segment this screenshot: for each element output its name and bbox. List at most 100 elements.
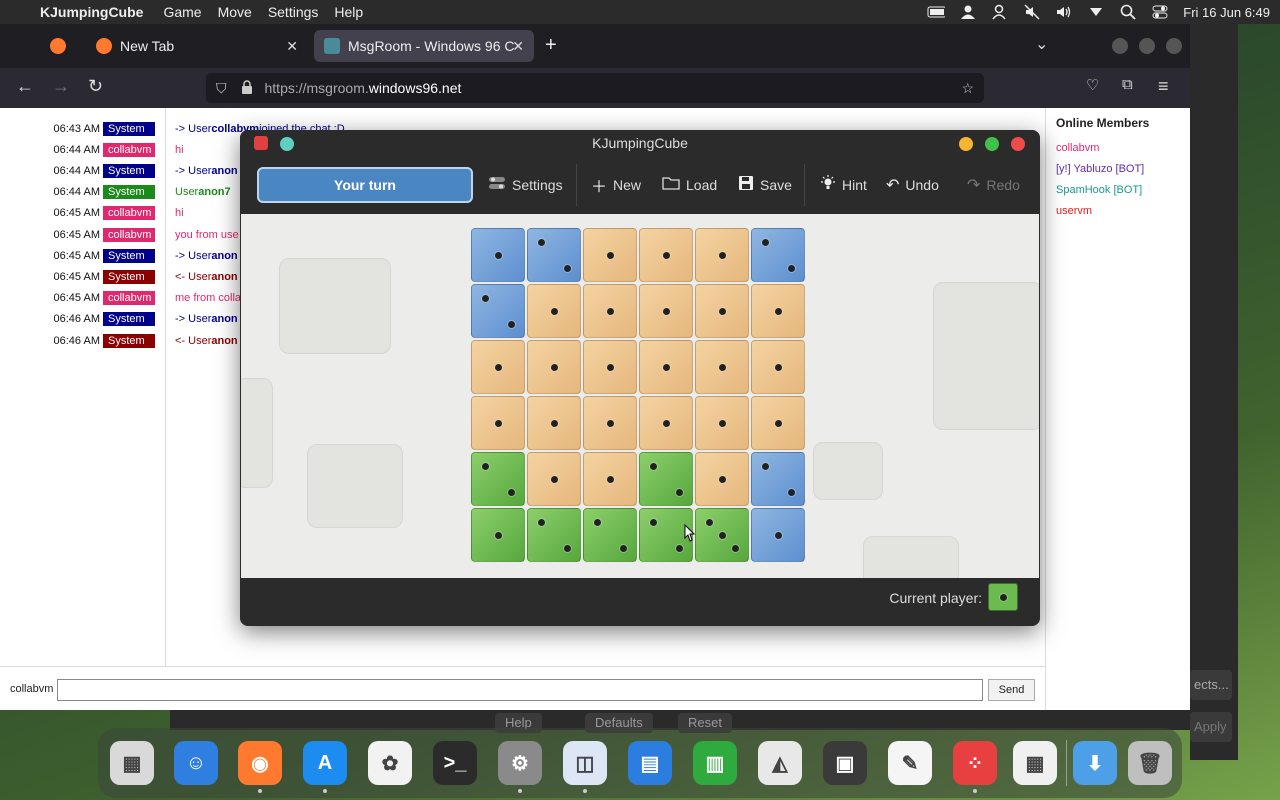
cube-cell-r6-c6[interactable] xyxy=(751,508,805,562)
cube-cell-r3-c4[interactable] xyxy=(639,340,693,394)
pin-icon[interactable] xyxy=(280,137,294,151)
cube-cell-r3-c3[interactable] xyxy=(583,340,637,394)
menu-move[interactable]: Move xyxy=(218,4,252,20)
cube-cell-r2-c2[interactable] xyxy=(527,284,581,338)
textedit-icon[interactable]: ✎ xyxy=(888,741,932,785)
back-icon[interactable]: ← xyxy=(16,76,34,97)
cube-cell-r5-c1[interactable] xyxy=(471,452,525,506)
numbers-icon[interactable]: ▥ xyxy=(693,741,737,785)
user-badge[interactable]: System xyxy=(103,185,155,200)
user-badge[interactable]: System xyxy=(103,312,155,327)
cube-cell-r1-c4[interactable] xyxy=(639,228,693,282)
tab-msgroom[interactable]: MsgRoom - Windows 96 C ✕ xyxy=(314,30,534,62)
recorder-icon[interactable]: ▣ xyxy=(823,741,867,785)
cube-cell-r6-c5[interactable] xyxy=(695,508,749,562)
your-turn-button[interactable]: Your turn xyxy=(257,167,473,203)
save-button[interactable]: Save xyxy=(738,174,792,196)
cube-cell-r2-c3[interactable] xyxy=(583,284,637,338)
battery-icon[interactable] xyxy=(927,4,946,20)
cube-cell-r6-c2[interactable] xyxy=(527,508,581,562)
search-icon[interactable] xyxy=(1119,4,1137,20)
tab-new-tab[interactable]: New Tab ✕ xyxy=(86,30,308,62)
chat-username[interactable]: anon7 xyxy=(198,186,230,198)
cube-cell-r5-c6[interactable] xyxy=(751,452,805,506)
window-close-dot[interactable] xyxy=(1112,38,1128,54)
cube-cell-r1-c1[interactable] xyxy=(471,228,525,282)
chat-username[interactable]: anon xyxy=(211,250,237,262)
close-tab-icon[interactable]: ✕ xyxy=(286,38,298,55)
cube-cell-r2-c4[interactable] xyxy=(639,284,693,338)
window-minimize-dot[interactable] xyxy=(1139,38,1155,54)
user-badge[interactable]: System xyxy=(103,333,155,348)
cube-cell-r5-c4[interactable] xyxy=(639,452,693,506)
tab-firefox-view[interactable] xyxy=(40,30,84,62)
downloads-icon[interactable]: ⬇ xyxy=(1073,741,1117,785)
menu-game[interactable]: Game xyxy=(163,4,201,20)
cube-cell-r5-c5[interactable] xyxy=(695,452,749,506)
chat-username[interactable]: anon xyxy=(211,313,237,325)
cube-cell-r4-c5[interactable] xyxy=(695,396,749,450)
new-game-button[interactable]: ＋ New xyxy=(591,174,641,196)
background-effects-button[interactable]: ects... xyxy=(1190,670,1232,700)
close-icon[interactable] xyxy=(1011,137,1025,151)
cube-cell-r2-c1[interactable] xyxy=(471,284,525,338)
chat-username[interactable]: anon xyxy=(211,165,237,177)
cube-cell-r3-c5[interactable] xyxy=(695,340,749,394)
send-button[interactable]: Send xyxy=(988,679,1035,701)
user-badge[interactable]: collabvm xyxy=(103,206,155,221)
calculator-icon[interactable]: ▦ xyxy=(1013,741,1057,785)
keynote-icon[interactable]: ◭ xyxy=(758,741,802,785)
cube-cell-r1-c5[interactable] xyxy=(695,228,749,282)
online-member[interactable]: collabvm xyxy=(1056,142,1180,163)
user-badge[interactable]: System xyxy=(103,163,155,178)
kjumpingcube-icon[interactable]: ⁘ xyxy=(953,741,997,785)
trash-icon[interactable]: 🗑 xyxy=(1128,741,1172,785)
list-tabs-icon[interactable]: ⌄ xyxy=(1035,34,1048,54)
forward-icon[interactable]: → xyxy=(52,76,70,97)
user-badge[interactable]: System xyxy=(103,269,155,284)
cube-cell-r1-c3[interactable] xyxy=(583,228,637,282)
wifi-dropdown-icon[interactable] xyxy=(1087,4,1105,20)
volume-icon[interactable] xyxy=(1055,4,1073,20)
chat-username[interactable]: anon xyxy=(211,271,237,283)
cube-cell-r4-c3[interactable] xyxy=(583,396,637,450)
pocket-icon[interactable]: ♡ xyxy=(1086,76,1099,94)
app-store-icon[interactable]: A xyxy=(303,741,347,785)
cube-cell-r3-c1[interactable] xyxy=(471,340,525,394)
bookmark-star-icon[interactable]: ☆ xyxy=(961,80,974,97)
url-bar[interactable]: ⛉ https://msgroom. windows96.net ☆ xyxy=(206,73,984,103)
hamburger-menu-icon[interactable]: ≡ xyxy=(1158,76,1169,97)
cube-cell-r2-c6[interactable] xyxy=(751,284,805,338)
cube-cell-r2-c5[interactable] xyxy=(695,284,749,338)
shield-icon[interactable]: ⛉ xyxy=(216,80,227,97)
user-badge[interactable]: System xyxy=(103,121,155,136)
online-member[interactable]: SpamHook [BOT] xyxy=(1056,184,1180,205)
user-badge[interactable]: collabvm xyxy=(103,142,155,157)
extensions-icon[interactable]: ⧉ xyxy=(1122,76,1133,93)
photos-icon[interactable]: ✿ xyxy=(368,741,412,785)
new-tab-icon[interactable]: + xyxy=(545,34,557,57)
control-center-icon[interactable] xyxy=(1151,4,1169,20)
cube-cell-r6-c3[interactable] xyxy=(583,508,637,562)
user-icon[interactable] xyxy=(959,4,977,20)
cube-cell-r6-c1[interactable] xyxy=(471,508,525,562)
message-input[interactable] xyxy=(57,679,983,701)
undo-button[interactable]: ↶ Undo xyxy=(886,174,939,196)
cube-cell-r4-c1[interactable] xyxy=(471,396,525,450)
background-apply-button[interactable]: Apply xyxy=(1190,712,1232,742)
cube-cell-r4-c2[interactable] xyxy=(527,396,581,450)
pages-icon[interactable]: ▤ xyxy=(628,741,672,785)
close-tab-icon[interactable]: ✕ xyxy=(512,38,524,55)
terminal-icon[interactable]: >_ xyxy=(433,741,477,785)
cube-cell-r1-c2[interactable] xyxy=(527,228,581,282)
cube-cell-r3-c6[interactable] xyxy=(751,340,805,394)
system-settings-icon[interactable]: ⚙ xyxy=(498,741,542,785)
load-button[interactable]: Load xyxy=(662,174,717,196)
hint-button[interactable]: Hint xyxy=(820,174,867,196)
finder-icon[interactable]: ☺ xyxy=(174,741,218,785)
mute-icon[interactable] xyxy=(1023,4,1041,20)
cube-cell-r1-c6[interactable] xyxy=(751,228,805,282)
cube-cell-r3-c2[interactable] xyxy=(527,340,581,394)
window-maximize-dot[interactable] xyxy=(1166,38,1182,54)
reload-icon[interactable]: ↻ xyxy=(88,76,103,97)
